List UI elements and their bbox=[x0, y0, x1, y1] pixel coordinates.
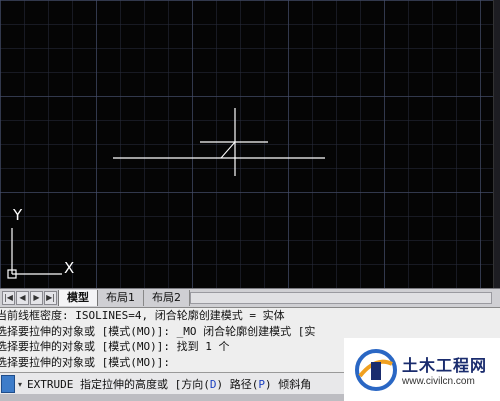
command-history-line: 当前线框密度: ISOLINES=4, 闭合轮廓创建模式 = 实体 bbox=[0, 309, 285, 322]
option-path[interactable]: 路径(P) bbox=[230, 376, 272, 392]
last-tab-icon[interactable]: ▶| bbox=[44, 291, 57, 305]
ucs-y-label: Y bbox=[13, 206, 23, 224]
ucs-x-label: X bbox=[64, 259, 75, 277]
civilcn-logo-icon bbox=[355, 348, 397, 391]
first-tab-icon[interactable]: |◀ bbox=[2, 291, 15, 305]
vertical-scrollbar[interactable] bbox=[493, 0, 500, 288]
command-name: EXTRUDE bbox=[27, 377, 74, 391]
ucs-icon bbox=[7, 228, 62, 279]
command-line-icon[interactable] bbox=[1, 375, 15, 393]
command-prompt-text: 指定拉伸的高度或 bbox=[80, 378, 168, 391]
tab-navigation: |◀ ◀ ▶ ▶| bbox=[2, 291, 58, 305]
option-direction[interactable]: 方向(D) bbox=[181, 376, 223, 392]
watermark-title: 土木工程网 bbox=[402, 356, 488, 375]
canvas-geometry bbox=[7, 108, 325, 279]
site-watermark: 土木工程网 www.civilcn.com bbox=[344, 338, 500, 401]
crosshair-cursor bbox=[200, 108, 268, 176]
tab-layout2[interactable]: 布局2 bbox=[144, 290, 190, 306]
horizontal-scrollbar[interactable] bbox=[190, 292, 492, 304]
next-tab-icon[interactable]: ▶ bbox=[30, 291, 43, 305]
recent-commands-dropdown-icon[interactable]: ▾ bbox=[18, 380, 22, 389]
tab-model[interactable]: 模型 bbox=[58, 290, 98, 306]
watermark-url: www.civilcn.com bbox=[402, 376, 475, 387]
option-taper-angle[interactable]: 倾斜角 bbox=[278, 376, 311, 392]
drawing-canvas[interactable]: Y X bbox=[0, 0, 500, 288]
prev-tab-icon[interactable]: ◀ bbox=[16, 291, 29, 305]
tab-layout1[interactable]: 布局1 bbox=[98, 290, 144, 306]
command-history-line: 选择要拉伸的对象或 [模式(MO)]: _MO 闭合轮廓创建模式 [实 bbox=[0, 324, 316, 338]
